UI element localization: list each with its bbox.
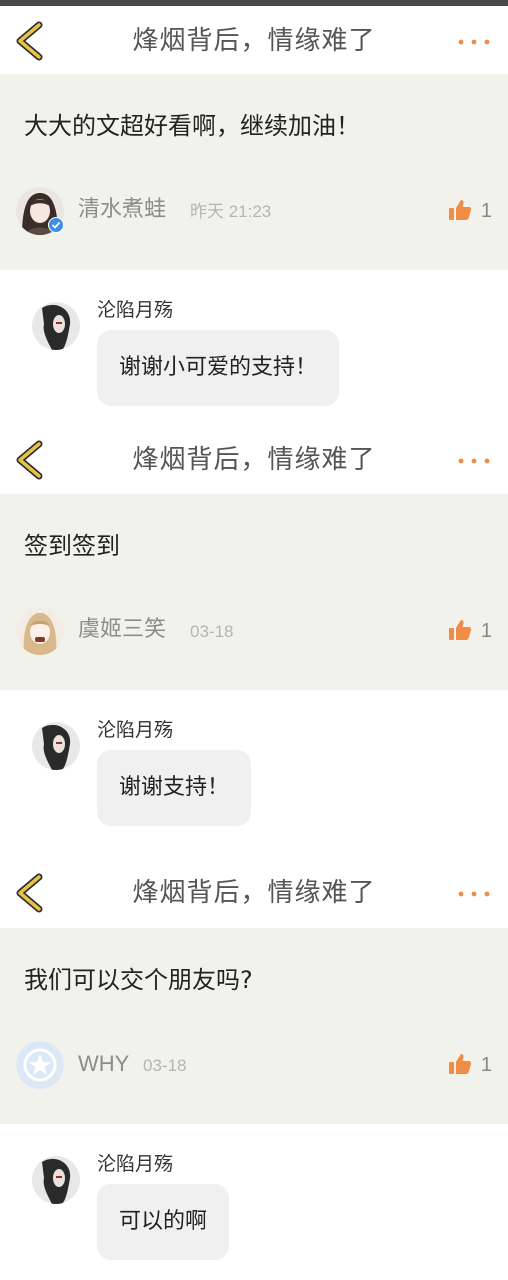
more-dots-icon[interactable]	[458, 891, 490, 897]
like-count: 1	[480, 1054, 492, 1076]
verified-badge-icon	[48, 217, 64, 233]
comment-card: 签到签到 虞姬三笑 03-18 1	[0, 494, 508, 690]
comment-text: 大大的文超好看啊，继续加油！	[24, 112, 360, 140]
back-arrow-icon[interactable]	[12, 21, 48, 61]
comment-card: 大大的文超好看啊，继续加油！ 清水煮蛙 昨天 21:23 1	[0, 74, 508, 270]
comment-username[interactable]: 虞姬三笑	[78, 615, 166, 645]
like-count: 1	[480, 620, 492, 642]
thumbs-up-icon[interactable]	[448, 1052, 472, 1076]
page-title: 烽烟背后，情缘难了	[132, 445, 376, 475]
back-arrow-icon[interactable]	[12, 873, 48, 913]
page-title: 烽烟背后，情缘难了	[132, 878, 376, 908]
comment-timestamp: 03-18	[190, 622, 234, 641]
back-arrow-icon[interactable]	[12, 440, 48, 480]
reply-bubble: 谢谢支持！	[97, 750, 252, 826]
avatar[interactable]	[16, 607, 64, 655]
reply-avatar[interactable]	[32, 302, 80, 350]
avatar[interactable]	[16, 1041, 64, 1089]
comment-timestamp: 昨天 21:23	[190, 202, 272, 221]
reply-author[interactable]: 沦陷月殇	[97, 717, 173, 743]
reply-section: 沦陷月殇 谢谢小可爱的支持！	[0, 270, 508, 420]
header-bar: 烽烟背后，情缘难了	[0, 425, 508, 495]
header-bar: 烽烟背后，情缘难了	[0, 858, 508, 928]
comment-card: 我们可以交个朋友吗? WHY 03-18 1	[0, 928, 508, 1124]
comment-text: 我们可以交个朋友吗?	[24, 966, 253, 994]
more-dots-icon[interactable]	[458, 39, 490, 45]
comment-text: 签到签到	[24, 532, 120, 560]
reply-bubble: 可以的啊	[97, 1184, 230, 1260]
comment-username[interactable]: 清水煮蛙	[78, 195, 166, 225]
page-title: 烽烟背后，情缘难了	[132, 26, 376, 56]
more-dots-icon[interactable]	[458, 458, 490, 464]
thumbs-up-icon[interactable]	[448, 198, 472, 222]
like-count: 1	[480, 200, 492, 222]
thumbs-up-icon[interactable]	[448, 618, 472, 642]
reply-author[interactable]: 沦陷月殇	[97, 297, 173, 323]
reply-bubble: 谢谢小可爱的支持！	[97, 330, 340, 406]
reply-section: 沦陷月殇 谢谢支持！	[0, 690, 508, 840]
reply-section: 沦陷月殇 可以的啊	[0, 1124, 508, 1280]
reply-avatar[interactable]	[32, 722, 80, 770]
comment-username[interactable]: WHY	[78, 1049, 129, 1079]
header-bar: 烽烟背后，情缘难了	[0, 6, 508, 76]
reply-avatar[interactable]	[32, 1156, 80, 1204]
comment-timestamp: 03-18	[143, 1056, 187, 1075]
reply-author[interactable]: 沦陷月殇	[97, 1151, 173, 1177]
